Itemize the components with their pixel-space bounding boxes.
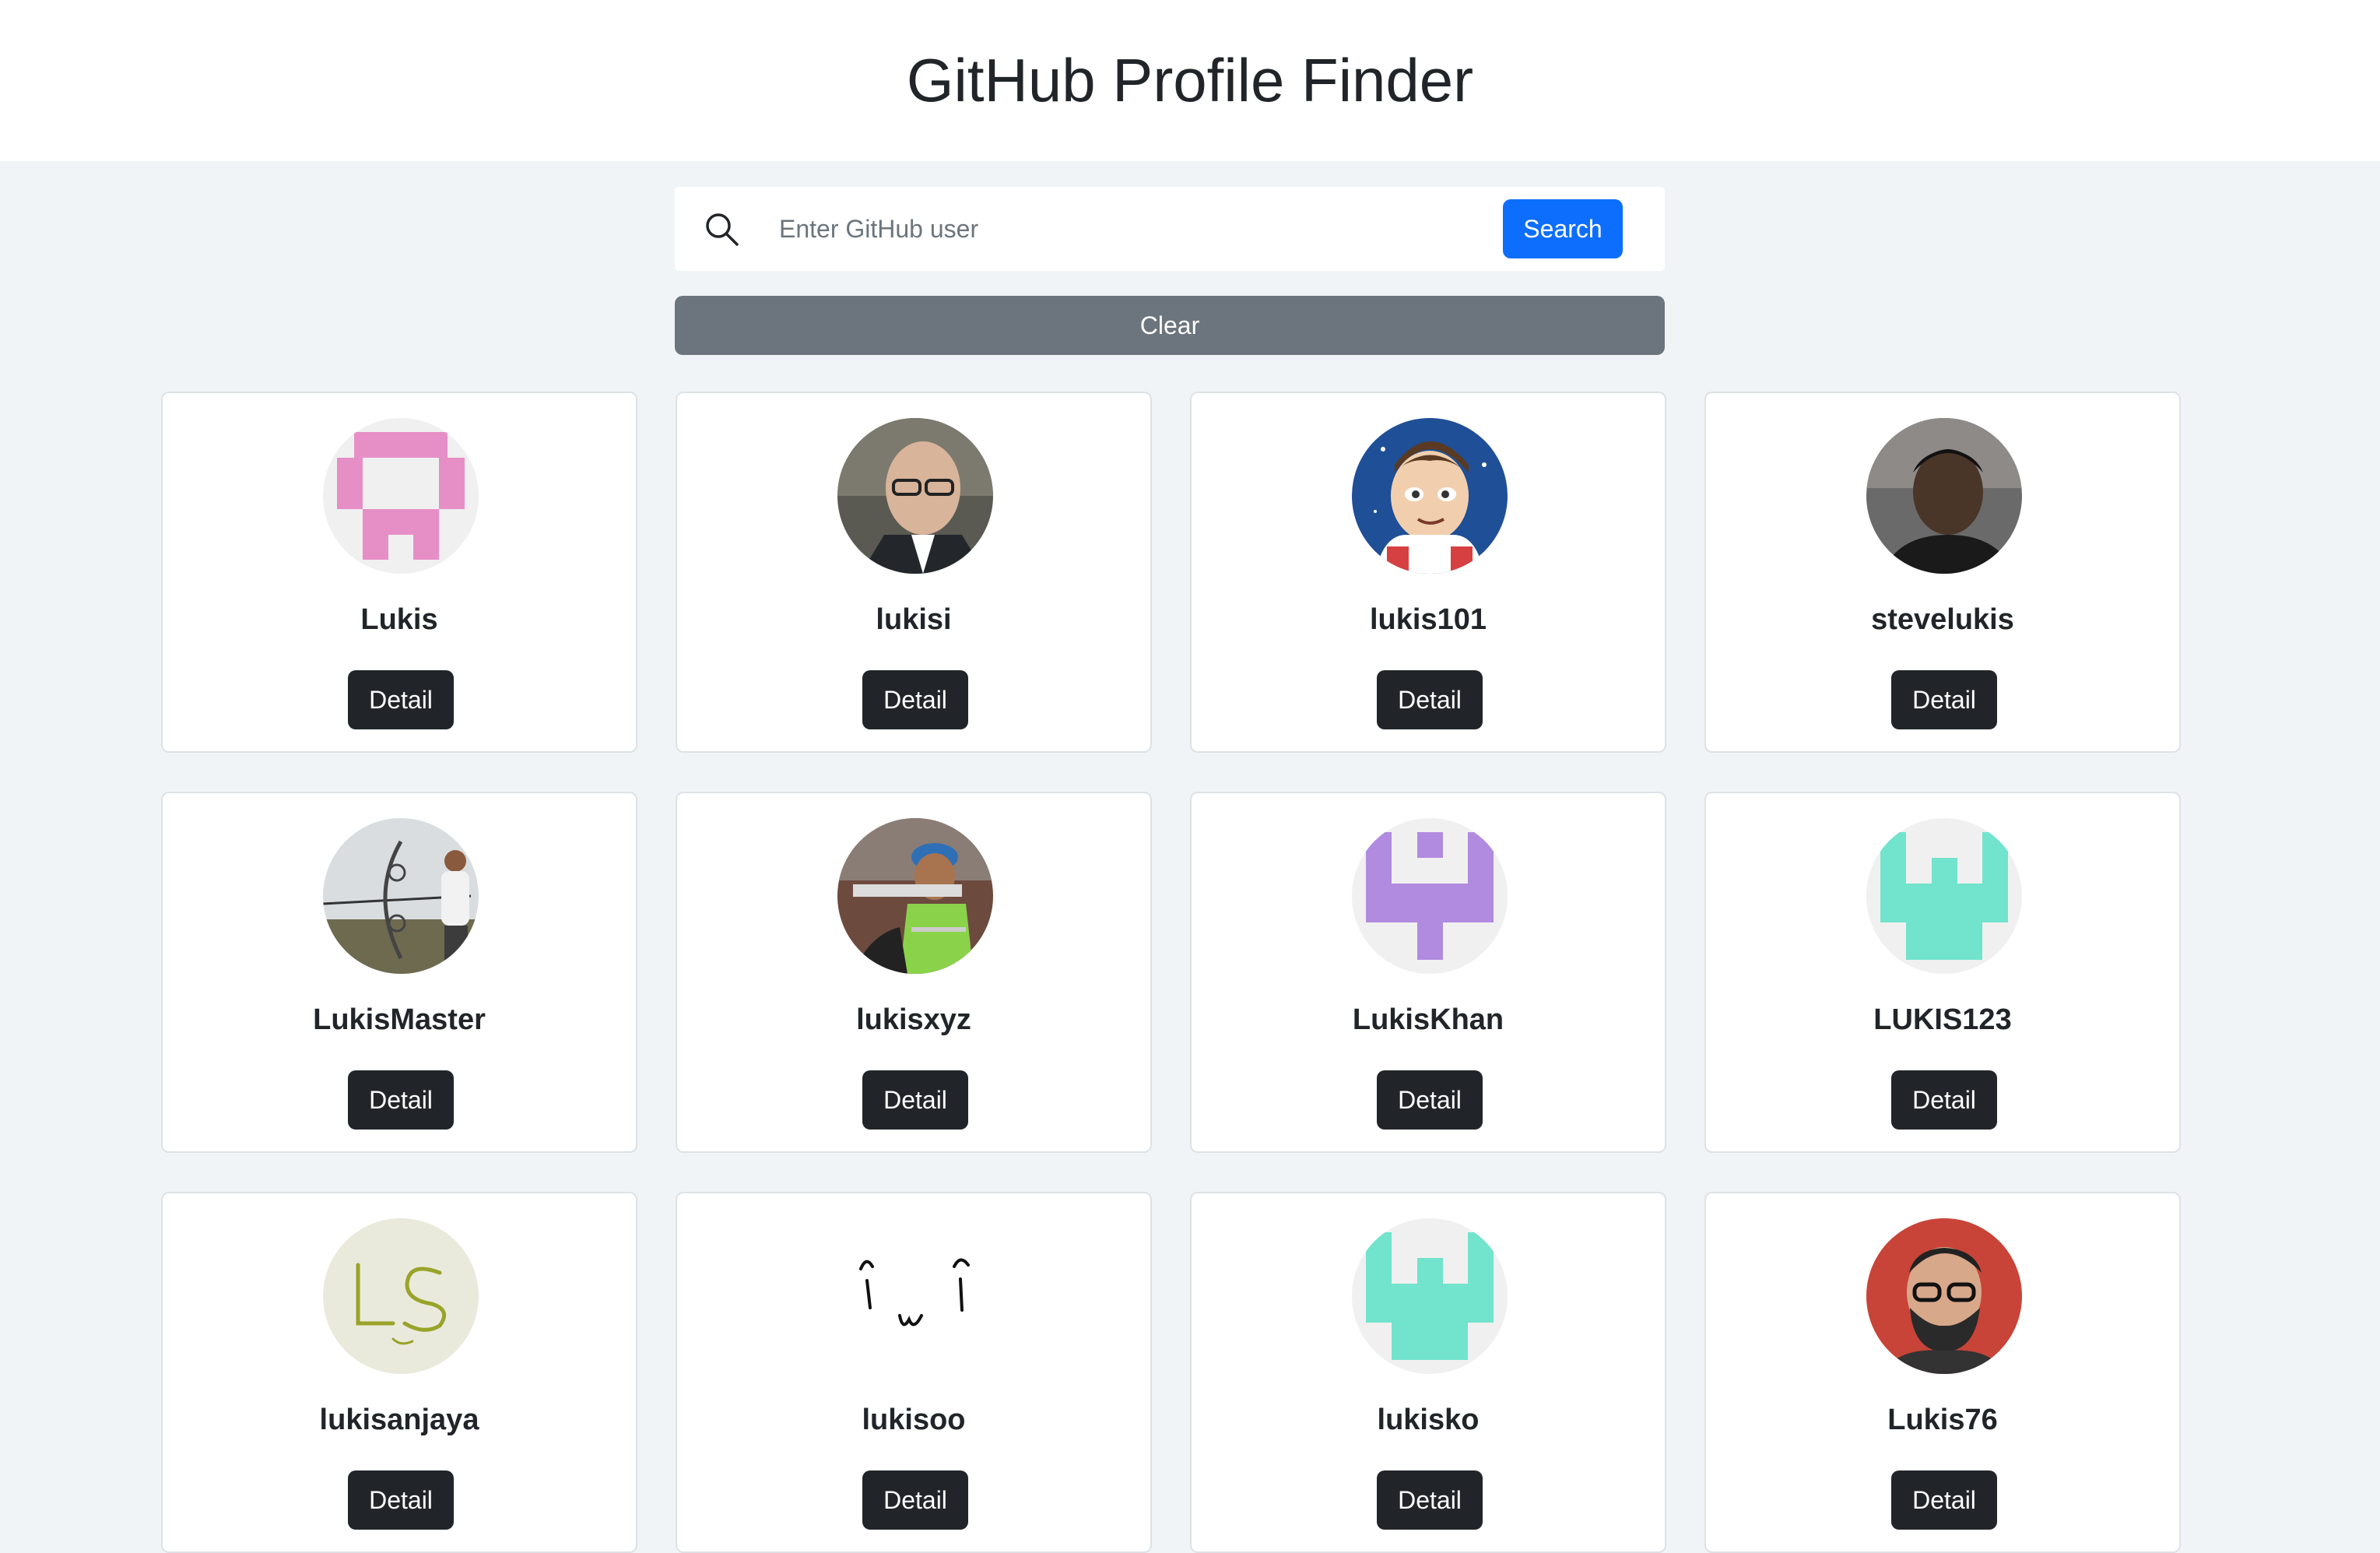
clear-button[interactable]: Clear: [675, 296, 1665, 355]
user-card: Lukis Detail: [161, 392, 637, 753]
username: LukisMaster: [313, 1003, 486, 1036]
page-header: GitHub Profile Finder: [0, 0, 2380, 161]
user-card: lukisko Detail: [1190, 1192, 1666, 1553]
avatar: [1866, 418, 2022, 574]
detail-button[interactable]: Detail: [862, 670, 968, 729]
user-card: lukisxyz Detail: [676, 792, 1152, 1153]
avatar: [323, 418, 479, 574]
avatar: [837, 818, 993, 974]
detail-button[interactable]: Detail: [862, 1070, 968, 1130]
search-input[interactable]: [776, 206, 1381, 252]
user-card: LUKIS123 Detail: [1704, 792, 2181, 1153]
username: lukisoo: [862, 1404, 966, 1436]
user-card: LukisKhan Detail: [1190, 792, 1666, 1153]
avatar: [323, 818, 479, 974]
username: lukisxyz: [856, 1003, 971, 1036]
username: Lukis76: [1887, 1404, 1998, 1436]
username: Lukis: [360, 603, 438, 636]
detail-button[interactable]: Detail: [1891, 1470, 1997, 1530]
avatar: [1352, 418, 1508, 574]
detail-button[interactable]: Detail: [348, 1470, 454, 1530]
detail-button[interactable]: Detail: [1891, 1070, 1997, 1130]
user-card: stevelukis Detail: [1704, 392, 2181, 753]
search-icon: [706, 213, 739, 246]
user-card: LukisMaster Detail: [161, 792, 637, 1153]
page-title: GitHub Profile Finder: [906, 46, 1474, 114]
username: LukisKhan: [1352, 1003, 1504, 1036]
username: lukis101: [1370, 603, 1487, 636]
username: lukisanjaya: [319, 1404, 479, 1436]
avatar: [1352, 1218, 1508, 1374]
username: LUKIS123: [1873, 1003, 2012, 1036]
detail-button[interactable]: Detail: [1377, 670, 1483, 729]
detail-button[interactable]: Detail: [862, 1470, 968, 1530]
avatar: [1866, 818, 2022, 974]
detail-button[interactable]: Detail: [1377, 1070, 1483, 1130]
avatar: [837, 418, 993, 574]
avatar: [837, 1218, 993, 1374]
user-card: lukis101 Detail: [1190, 392, 1666, 753]
search-button[interactable]: Search: [1503, 199, 1623, 258]
user-card: lukisoo Detail: [676, 1192, 1152, 1553]
avatar: [1352, 818, 1508, 974]
detail-button[interactable]: Detail: [348, 1070, 454, 1130]
avatar: [1866, 1218, 2022, 1374]
detail-button[interactable]: Detail: [1891, 670, 1997, 729]
user-card: lukisi Detail: [676, 392, 1152, 753]
detail-button[interactable]: Detail: [348, 670, 454, 729]
username: lukisi: [876, 603, 952, 636]
avatar: [323, 1218, 479, 1374]
username: lukisko: [1377, 1404, 1480, 1436]
search-bar: Search: [675, 187, 1665, 271]
user-card: lukisanjaya Detail: [161, 1192, 637, 1553]
user-card: Lukis76 Detail: [1704, 1192, 2181, 1553]
user-grid: Lukis Detail lukisi Detail lukis101 Deta…: [161, 392, 2181, 1553]
username: stevelukis: [1871, 603, 2014, 636]
detail-button[interactable]: Detail: [1377, 1470, 1483, 1530]
